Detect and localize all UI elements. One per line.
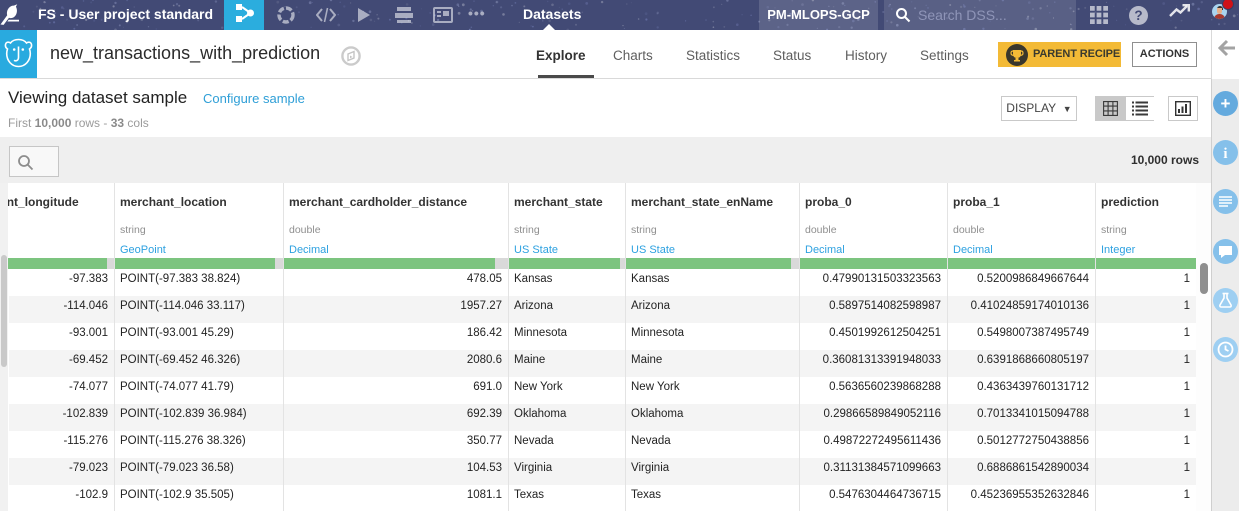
svg-text:i: i <box>1223 146 1227 162</box>
svg-text:+: + <box>1221 94 1231 113</box>
